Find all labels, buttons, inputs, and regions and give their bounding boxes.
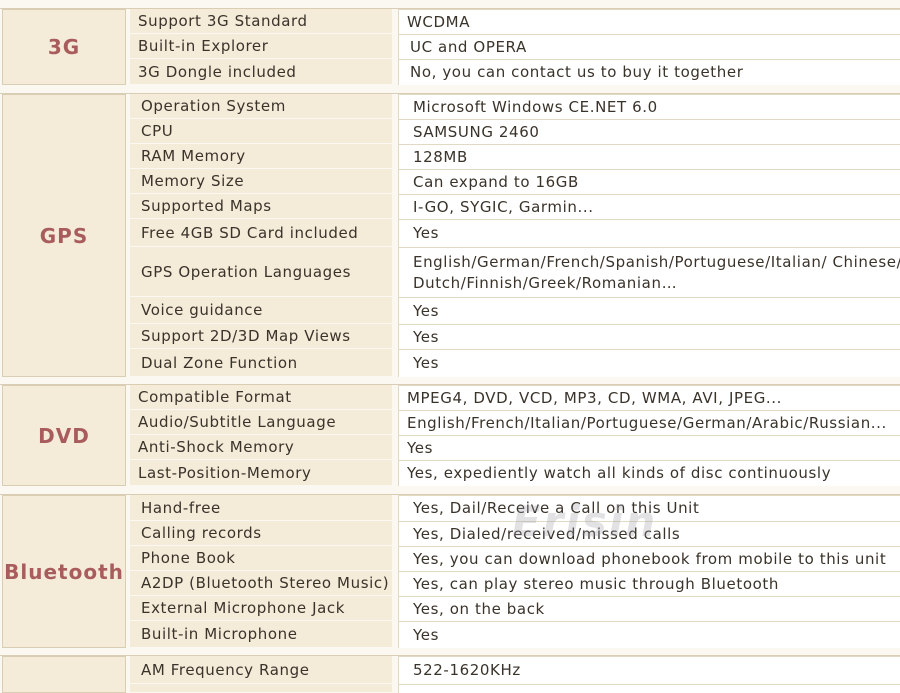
spec-value: Yes bbox=[398, 621, 900, 648]
category-3g: 3G bbox=[2, 9, 126, 85]
spec-label: Compatible Format bbox=[130, 385, 392, 410]
spec-label: Dual Zone Function bbox=[130, 349, 392, 377]
spec-label: Free 4GB SD Card included bbox=[130, 219, 392, 247]
spec-row: AM Frequency Range 522-1620KHz bbox=[130, 656, 900, 684]
spec-row: Calling records Yes, Dialed/received/mis… bbox=[130, 521, 900, 546]
spec-value: Yes bbox=[398, 297, 900, 324]
spec-label: External Microphone Jack bbox=[130, 596, 392, 621]
spec-label: A2DP (Bluetooth Stereo Music) bbox=[130, 571, 392, 596]
spec-value: SAMSUNG 2460 bbox=[398, 119, 900, 144]
spec-row-cut bbox=[130, 684, 900, 693]
spec-row: Hand-free Yes, Dail/Receive a Call on th… bbox=[130, 495, 900, 521]
spec-row: Dual Zone Function Yes bbox=[130, 349, 900, 377]
spec-row: GPS Operation Languages English/German/F… bbox=[130, 247, 900, 297]
category-gps: GPS bbox=[2, 94, 126, 377]
spec-row: Operation System Microsoft Windows CE.NE… bbox=[130, 94, 900, 119]
spec-value: UC and OPERA bbox=[398, 34, 900, 59]
spec-row: Supported Maps I-GO, SYGIC, Garmin... bbox=[130, 194, 900, 219]
spec-value: 128MB bbox=[398, 144, 900, 169]
spec-value: Yes, expediently watch all kinds of disc… bbox=[398, 460, 900, 486]
spec-label: Anti-Shock Memory bbox=[130, 435, 392, 460]
spec-label: Audio/Subtitle Language bbox=[130, 410, 392, 435]
spec-value: Yes bbox=[398, 349, 900, 377]
spec-label: AM Frequency Range bbox=[130, 656, 392, 684]
spec-label: Support 2D/3D Map Views bbox=[130, 324, 392, 349]
spec-value: Can expand to 16GB bbox=[398, 169, 900, 194]
spec-label bbox=[130, 684, 392, 693]
spec-label: Memory Size bbox=[130, 169, 392, 194]
spec-value: Yes, you can download phonebook from mob… bbox=[398, 546, 900, 571]
spec-value: Yes, Dail/Receive a Call on this Unit bbox=[398, 495, 900, 521]
spec-value: MPEG4, DVD, VCD, MP3, CD, WMA, AVI, JPEG… bbox=[398, 385, 900, 410]
spec-row: Phone Book Yes, you can download phonebo… bbox=[130, 546, 900, 571]
spec-row: RAM Memory 128MB bbox=[130, 144, 900, 169]
spec-value: Yes, Dialed/received/missed calls bbox=[398, 521, 900, 546]
spec-value: English/French/Italian/Portuguese/German… bbox=[398, 410, 900, 435]
spec-row: Built-in Explorer UC and OPERA bbox=[130, 34, 900, 59]
spec-label: Operation System bbox=[130, 94, 392, 119]
spec-label: RAM Memory bbox=[130, 144, 392, 169]
spec-label: Hand-free bbox=[130, 495, 392, 521]
spec-value: English/German/French/Spanish/Portuguese… bbox=[398, 247, 900, 297]
category-bluetooth: Bluetooth bbox=[2, 495, 126, 648]
spec-value: Yes bbox=[398, 219, 900, 247]
spec-row: A2DP (Bluetooth Stereo Music) Yes, can p… bbox=[130, 571, 900, 596]
spec-value: I-GO, SYGIC, Garmin... bbox=[398, 194, 900, 219]
spec-value-line: English/German/French/Spanish/Portuguese… bbox=[413, 252, 900, 271]
spec-label: Built-in Microphone bbox=[130, 621, 392, 648]
spec-label: Built-in Explorer bbox=[130, 34, 392, 59]
spec-label: Supported Maps bbox=[130, 194, 392, 219]
spec-row: Audio/Subtitle Language English/French/I… bbox=[130, 410, 900, 435]
spec-value-line: Dutch/Finnish/Greek/Romanian… bbox=[413, 273, 678, 292]
spec-row: Support 2D/3D Map Views Yes bbox=[130, 324, 900, 349]
spec-label: Last-Position-Memory bbox=[130, 460, 392, 486]
spec-row: Built-in Microphone Yes bbox=[130, 621, 900, 648]
category-dvd: DVD bbox=[2, 385, 126, 486]
spec-value bbox=[398, 684, 900, 693]
spec-value: Yes, on the back bbox=[398, 596, 900, 621]
spec-row: External Microphone Jack Yes, on the bac… bbox=[130, 596, 900, 621]
spec-row: Support 3G Standard WCDMA bbox=[130, 9, 900, 34]
spec-row: 3G Dongle included No, you can contact u… bbox=[130, 59, 900, 85]
category-radio bbox=[2, 656, 126, 693]
spec-value: Yes bbox=[398, 324, 900, 349]
spec-label: GPS Operation Languages bbox=[130, 247, 392, 297]
spec-label: Support 3G Standard bbox=[130, 9, 392, 34]
spec-row: Compatible Format MPEG4, DVD, VCD, MP3, … bbox=[130, 385, 900, 410]
spec-row: Voice guidance Yes bbox=[130, 297, 900, 324]
spec-value: No, you can contact us to buy it togethe… bbox=[398, 59, 900, 85]
spec-row: Last-Position-Memory Yes, expediently wa… bbox=[130, 460, 900, 486]
spec-label: 3G Dongle included bbox=[130, 59, 392, 85]
spec-label: Phone Book bbox=[130, 546, 392, 571]
spec-value: 522-1620KHz bbox=[398, 656, 900, 684]
spec-value: Yes, can play stereo music through Bluet… bbox=[398, 571, 900, 596]
spec-label: Voice guidance bbox=[130, 297, 392, 324]
spec-value: Yes bbox=[398, 435, 900, 460]
spec-value: WCDMA bbox=[398, 9, 900, 34]
spec-row: Free 4GB SD Card included Yes bbox=[130, 219, 900, 247]
spec-row: CPU SAMSUNG 2460 bbox=[130, 119, 900, 144]
spec-label: CPU bbox=[130, 119, 392, 144]
spec-row: Anti-Shock Memory Yes bbox=[130, 435, 900, 460]
spec-row: Memory Size Can expand to 16GB bbox=[130, 169, 900, 194]
spec-value: Microsoft Windows CE.NET 6.0 bbox=[398, 94, 900, 119]
spec-label: Calling records bbox=[130, 521, 392, 546]
